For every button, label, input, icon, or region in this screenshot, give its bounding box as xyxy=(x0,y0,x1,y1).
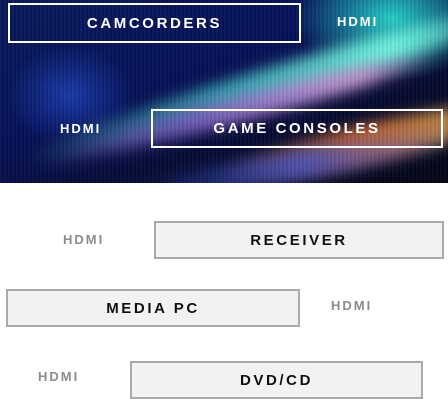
hero-banner: CAMCORDERS HDMI HDMI GAME CONSOLES xyxy=(0,0,448,183)
receiver-hdmi-label: HDMI xyxy=(63,232,105,247)
camcorders-hdmi-label: HDMI xyxy=(337,14,379,29)
dvd-cd-hdmi-label: HDMI xyxy=(38,369,80,384)
game-consoles-hdmi-label: HDMI xyxy=(60,121,102,136)
dvd-cd-button[interactable]: DVD/CD xyxy=(130,361,423,399)
receiver-button[interactable]: RECEIVER xyxy=(154,221,444,259)
game-consoles-button[interactable]: GAME CONSOLES xyxy=(151,109,443,148)
media-pc-button[interactable]: MEDIA PC xyxy=(6,289,300,327)
media-pc-hdmi-label: HDMI xyxy=(331,298,373,313)
camcorders-button[interactable]: CAMCORDERS xyxy=(8,3,301,43)
